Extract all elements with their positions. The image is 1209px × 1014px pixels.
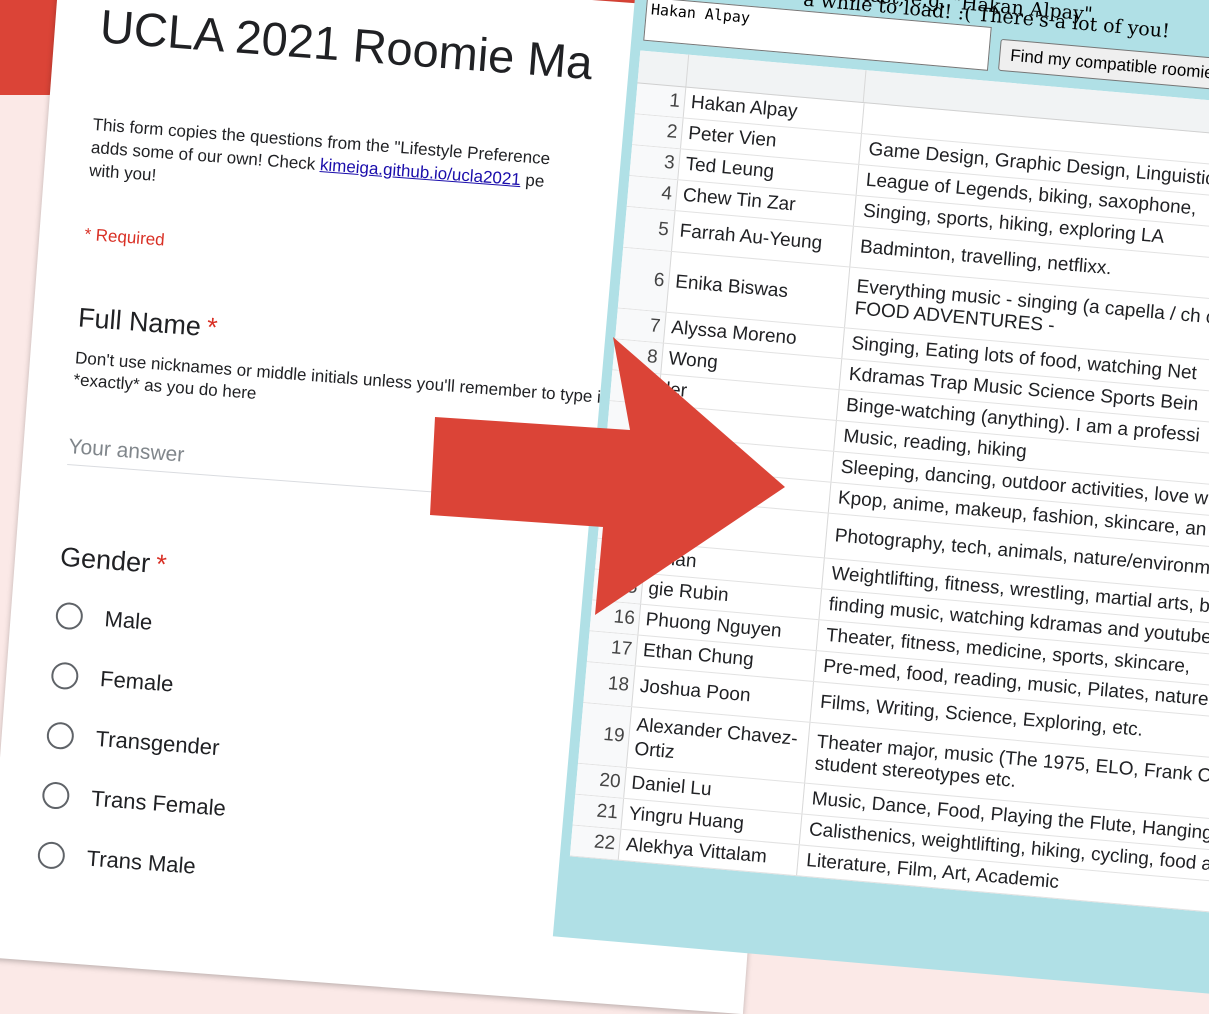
- form-description-line: pe: [520, 170, 546, 191]
- row-number: 21: [572, 794, 625, 829]
- row-number: 3: [629, 145, 681, 180]
- required-note: * Required: [83, 224, 166, 250]
- gender-label: Gender: [59, 541, 152, 579]
- radio-label: Male: [103, 605, 154, 635]
- radio-button[interactable]: [50, 661, 80, 691]
- row-number: 1: [634, 83, 687, 118]
- radio-button[interactable]: [45, 721, 75, 751]
- required-star: *: [154, 548, 168, 580]
- radio-label: Transgender: [94, 725, 221, 760]
- radio-label: Trans Female: [90, 785, 227, 821]
- gender-question: Gender *: [59, 542, 168, 581]
- radio-button[interactable]: [36, 840, 66, 870]
- row-number: 17: [586, 631, 639, 666]
- radio-button[interactable]: [54, 601, 84, 631]
- gender-option-trans-female[interactable]: Trans Female: [41, 781, 227, 822]
- arrow-right-icon: [430, 337, 785, 615]
- arrow-shape: [430, 337, 785, 615]
- row-number: 6: [617, 247, 672, 312]
- gender-option-female[interactable]: Female: [50, 661, 174, 697]
- column-divider: [862, 70, 867, 103]
- form-title: UCLA 2021 Roomie Ma: [98, 0, 595, 90]
- required-star: *: [205, 312, 219, 343]
- row-number: 4: [626, 175, 679, 211]
- form-description-line: with you!: [88, 160, 157, 185]
- row-number: 20: [575, 763, 627, 798]
- radio-label: Trans Male: [85, 845, 197, 879]
- radio-label: Female: [99, 665, 175, 697]
- row-number: 2: [632, 114, 684, 149]
- full-name-label: Full Name: [77, 302, 203, 342]
- full-name-question: Full Name *: [77, 302, 218, 343]
- column-divider: [685, 54, 690, 87]
- form-description: This form copies the questions from the …: [88, 113, 652, 224]
- row-number: 5: [623, 206, 676, 251]
- gender-option-transgender[interactable]: Transgender: [45, 721, 221, 761]
- gender-option-male[interactable]: Male: [54, 601, 154, 636]
- row-number: 22: [569, 825, 622, 860]
- radio-button[interactable]: [41, 781, 71, 811]
- gender-option-trans-male[interactable]: Trans Male: [36, 840, 197, 880]
- row-number: 18: [583, 662, 636, 707]
- row-number: 19: [578, 702, 633, 768]
